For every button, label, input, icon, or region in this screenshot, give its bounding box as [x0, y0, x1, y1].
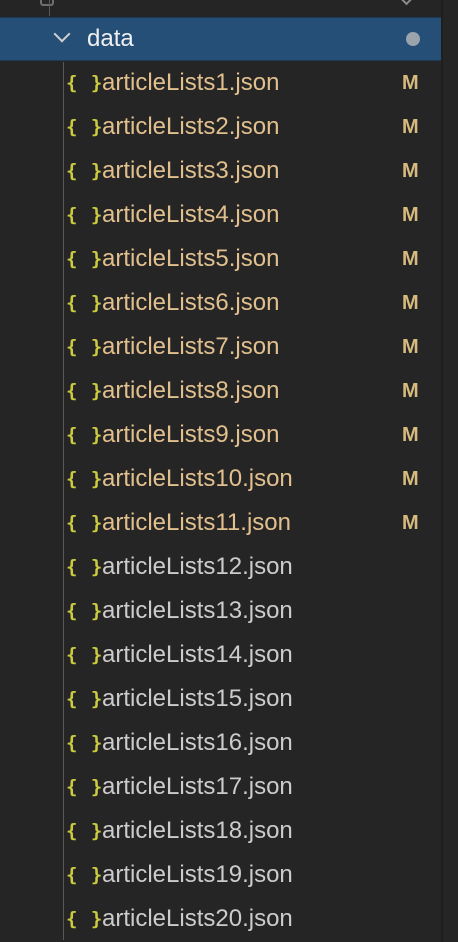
file-row[interactable]: { } articleLists11.json M — [0, 502, 441, 546]
file-row[interactable]: { } articleLists18.json — [0, 810, 441, 854]
json-braces-icon: { } — [66, 600, 104, 622]
git-modified-badge: M — [402, 468, 419, 490]
json-braces-icon: { } — [66, 468, 104, 490]
file-row[interactable]: { } articleLists3.json M — [0, 150, 441, 194]
file-row[interactable]: { } articleLists15.json — [0, 678, 441, 722]
file-row[interactable]: { } articleLists9.json M — [0, 414, 441, 458]
file-name: articleLists13.json — [102, 597, 293, 624]
modified-dot-icon — [406, 32, 420, 46]
file-name: articleLists2.json — [102, 113, 280, 140]
file-name: articleLists16.json — [102, 729, 293, 756]
file-row[interactable]: { } articleLists7.json M — [0, 326, 441, 370]
file-row[interactable]: { } articleLists2.json M — [0, 106, 441, 150]
file-row[interactable]: { } articleLists14.json — [0, 634, 441, 678]
git-modified-badge: M — [402, 424, 419, 446]
json-braces-icon: { } — [66, 556, 104, 578]
file-row[interactable]: { } articleLists19.json — [0, 854, 441, 898]
file-name: articleLists3.json — [102, 157, 280, 184]
file-name: articleLists11.json — [102, 509, 291, 536]
json-braces-icon: { } — [66, 248, 104, 270]
file-name: articleLists1.json — [102, 69, 280, 96]
file-name: articleLists14.json — [102, 641, 293, 668]
json-braces-icon: { } — [66, 116, 104, 138]
file-row[interactable]: { } articleLists13.json — [0, 590, 441, 634]
file-row[interactable]: { } articleLists8.json M — [0, 370, 441, 414]
git-modified-badge: M — [402, 116, 419, 138]
git-modified-badge: M — [402, 160, 419, 182]
json-braces-icon: { } — [66, 160, 104, 182]
json-braces-icon: { } — [66, 688, 104, 710]
json-braces-icon: { } — [66, 72, 104, 94]
panel-divider — [441, 0, 443, 942]
file-row[interactable]: { } articleLists5.json M — [0, 238, 441, 282]
file-list: { } articleLists1.json M{ } articleLists2.j… — [0, 62, 441, 942]
folder-label: data — [87, 25, 134, 52]
file-name: articleLists19.json — [102, 861, 293, 888]
file-name: articleLists10.json — [102, 465, 293, 492]
file-row[interactable]: { } articleLists6.json M — [0, 282, 441, 326]
file-row[interactable]: { } articleLists16.json — [0, 722, 441, 766]
indent-guide — [49, 0, 50, 16]
git-modified-badge: M — [402, 72, 419, 94]
json-braces-icon: { } — [66, 424, 104, 446]
file-row[interactable]: { } articleLists12.json — [0, 546, 441, 590]
file-row[interactable]: { } articleLists10.json M — [0, 458, 441, 502]
git-modified-badge: M — [402, 204, 419, 226]
chevron-down-icon[interactable] — [53, 25, 71, 43]
file-name: articleLists8.json — [102, 377, 280, 404]
file-name: articleLists15.json — [102, 685, 293, 712]
json-braces-icon: { } — [66, 732, 104, 754]
file-name: articleLists6.json — [102, 289, 280, 316]
file-name: articleLists20.json — [102, 905, 293, 932]
file-row[interactable]: { } articleLists17.json — [0, 766, 441, 810]
file-explorer: data { } articleLists1.json M{ } articleLis… — [0, 0, 458, 942]
git-modified-badge: M — [402, 512, 419, 534]
json-braces-icon: { } — [66, 908, 104, 930]
json-braces-icon: { } — [66, 644, 104, 666]
previous-row-partial — [0, 0, 458, 16]
json-braces-icon: { } — [66, 776, 104, 798]
json-braces-icon: { } — [66, 864, 104, 886]
folder-row-data[interactable]: data — [0, 17, 441, 61]
file-row[interactable]: { } articleLists4.json M — [0, 194, 441, 238]
file-name: articleLists18.json — [102, 817, 293, 844]
file-name: articleLists17.json — [102, 773, 293, 800]
chevron-down-icon — [398, 0, 415, 6]
json-braces-icon: { } — [66, 380, 104, 402]
file-name: articleLists12.json — [102, 553, 293, 580]
git-modified-badge: M — [402, 380, 419, 402]
json-braces-icon: { } — [66, 292, 104, 314]
git-modified-badge: M — [402, 248, 419, 270]
json-braces-icon: { } — [66, 336, 104, 358]
file-name: articleLists4.json — [102, 201, 280, 228]
file-name: articleLists9.json — [102, 421, 280, 448]
json-braces-icon: { } — [66, 204, 104, 226]
file-icon — [40, 0, 54, 6]
file-row[interactable]: { } articleLists20.json — [0, 898, 441, 942]
git-modified-badge: M — [402, 336, 419, 358]
json-braces-icon: { } — [66, 512, 104, 534]
git-modified-badge: M — [402, 292, 419, 314]
file-name: articleLists7.json — [102, 333, 280, 360]
json-braces-icon: { } — [66, 820, 104, 842]
file-name: articleLists5.json — [102, 245, 280, 272]
file-row[interactable]: { } articleLists1.json M — [0, 62, 441, 106]
